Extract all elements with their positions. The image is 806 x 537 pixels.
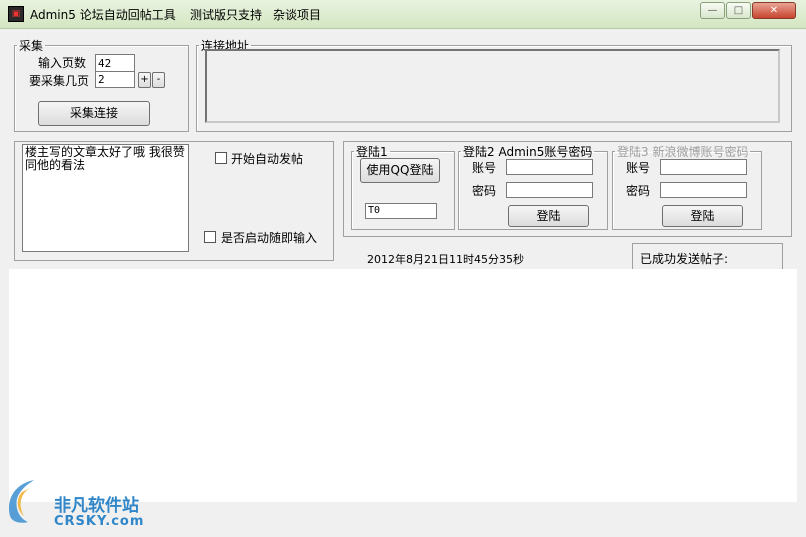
menu-item-misc[interactable]: 杂谈项目 <box>273 6 321 23</box>
maximize-icon[interactable]: □ <box>726 2 751 19</box>
timestamp-label: 2012年8月21日11时45分35秒 <box>367 253 524 266</box>
auto-post-label: 开始自动发帖 <box>231 152 304 166</box>
login2-account-input[interactable] <box>506 159 593 175</box>
watermark-sub: CRSKY.com <box>54 514 145 529</box>
login1-status-input[interactable] <box>365 203 437 219</box>
collect-button[interactable]: 采集连接 <box>38 101 150 126</box>
login2-password-label: 密码 <box>472 184 497 198</box>
links-list[interactable] <box>205 49 780 123</box>
login3-password-input[interactable] <box>660 182 747 198</box>
login3-password-label: 密码 <box>626 184 651 198</box>
post-log-area[interactable] <box>9 269 797 502</box>
collect-legend: 采集 <box>19 39 44 53</box>
window-title: Admin5 论坛自动回帖工具 <box>30 8 176 22</box>
login2-button[interactable]: 登陆 <box>508 205 589 227</box>
login2-legend: 登陆2 Admin5账号密码 <box>463 145 593 159</box>
menu-item-beta[interactable]: 测试版只支持 <box>190 6 262 23</box>
login2-account-label: 账号 <box>472 161 497 175</box>
crsky-logo-icon <box>9 480 34 523</box>
login3-legend: 登陆3 新浪微博账号密码 <box>617 145 749 159</box>
reply-content-textarea[interactable]: 楼主写的文章太好了哦 我很赞同他的看法 <box>22 144 189 252</box>
app-logo-icon: ▣ <box>8 6 24 22</box>
collect-pages-input[interactable] <box>95 71 135 88</box>
pages-label: 输入页数 <box>38 56 87 70</box>
startup-input-label: 是否启动随即输入 <box>221 231 318 245</box>
qq-login-button[interactable]: 使用QQ登陆 <box>360 158 440 183</box>
close-icon[interactable]: ✕ <box>752 2 796 19</box>
login3-account-label: 账号 <box>626 161 651 175</box>
sent-label: 已成功发送帖子: <box>640 252 729 266</box>
minus-button[interactable]: - <box>152 72 165 88</box>
login3-button[interactable]: 登陆 <box>662 205 743 227</box>
login2-password-input[interactable] <box>506 182 593 198</box>
login3-account-input[interactable] <box>660 159 747 175</box>
auto-post-checkbox[interactable] <box>215 152 227 164</box>
startup-input-checkbox[interactable] <box>204 231 216 243</box>
plus-button[interactable]: + <box>138 72 151 88</box>
collect-pages-label: 要采集几页 <box>29 74 90 88</box>
watermark-name: 非凡软件站 <box>54 496 139 516</box>
pages-input[interactable] <box>95 54 135 72</box>
minimize-icon[interactable]: — <box>700 2 725 19</box>
